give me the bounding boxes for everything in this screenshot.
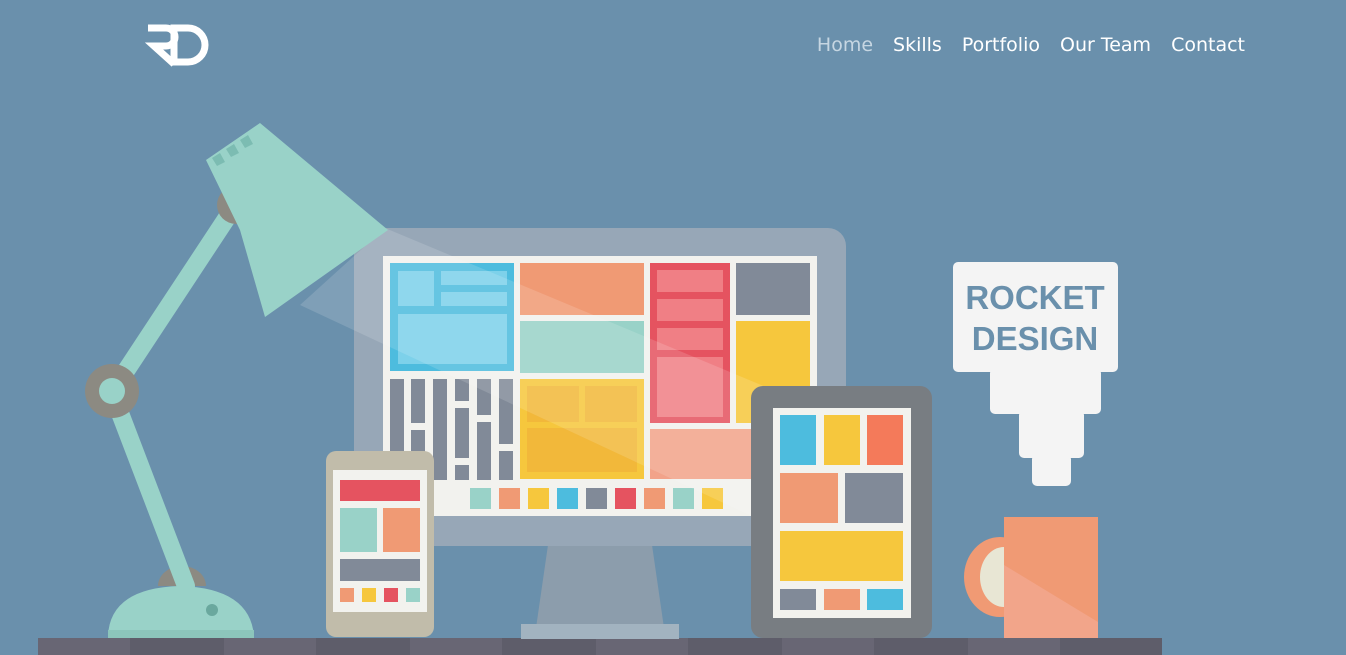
tablet-icon — [751, 386, 932, 638]
sign-line-2: DESIGN — [972, 320, 1099, 357]
phone-icon — [326, 451, 434, 637]
sign-line-1: ROCKET — [965, 279, 1104, 316]
desk — [38, 638, 1162, 655]
coffee-mug-icon — [964, 517, 1098, 638]
hero-illustration: ROCKET DESIGN — [38, 123, 1162, 655]
rocket-sign-icon: ROCKET DESIGN — [953, 262, 1118, 486]
